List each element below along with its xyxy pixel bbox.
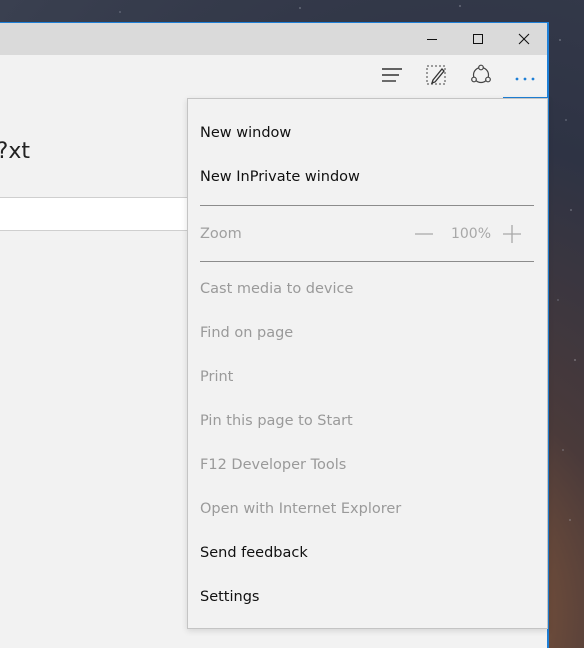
menu-new-inprivate-window[interactable]: New InPrivate window: [200, 155, 534, 199]
menu-pin-to-start[interactable]: Pin this page to Start: [200, 399, 534, 443]
close-button[interactable]: [501, 23, 547, 55]
window-border: [548, 22, 549, 648]
more-icon: [514, 67, 536, 86]
zoom-value: 100%: [450, 226, 492, 242]
menu-find-on-page[interactable]: Find on page: [200, 311, 534, 355]
hub-button[interactable]: [370, 55, 414, 99]
menu-cast-media[interactable]: Cast media to device: [200, 267, 534, 311]
browser-toolbar: [0, 55, 547, 99]
menu-settings[interactable]: Settings: [200, 575, 534, 619]
maximize-button[interactable]: [455, 23, 501, 55]
page-search-box[interactable]: [0, 197, 200, 231]
menu-divider: [200, 205, 534, 206]
title-bar[interactable]: [0, 23, 547, 55]
share-icon: [470, 64, 492, 90]
zoom-row: Zoom 100%: [200, 212, 534, 256]
menu-divider: [200, 261, 534, 262]
minimize-icon: [426, 30, 438, 49]
web-note-icon: [425, 64, 447, 90]
zoom-in-button[interactable]: [502, 224, 522, 244]
maximize-icon: [472, 30, 484, 49]
menu-developer-tools[interactable]: F12 Developer Tools: [200, 443, 534, 487]
menu-send-feedback[interactable]: Send feedback: [200, 531, 534, 575]
hub-icon: [381, 67, 403, 87]
page-heading: xt?: [0, 139, 30, 164]
minimize-button[interactable]: [409, 23, 455, 55]
menu-print[interactable]: Print: [200, 355, 534, 399]
web-note-button[interactable]: [414, 55, 458, 99]
more-actions-button[interactable]: [503, 55, 547, 99]
menu-new-window[interactable]: New window: [200, 111, 534, 155]
more-actions-menu: New window New InPrivate window Zoom 100…: [187, 98, 548, 629]
close-icon: [518, 30, 530, 49]
zoom-out-button[interactable]: [414, 224, 434, 244]
share-button[interactable]: [459, 55, 503, 99]
menu-open-with-ie[interactable]: Open with Internet Explorer: [200, 487, 534, 531]
